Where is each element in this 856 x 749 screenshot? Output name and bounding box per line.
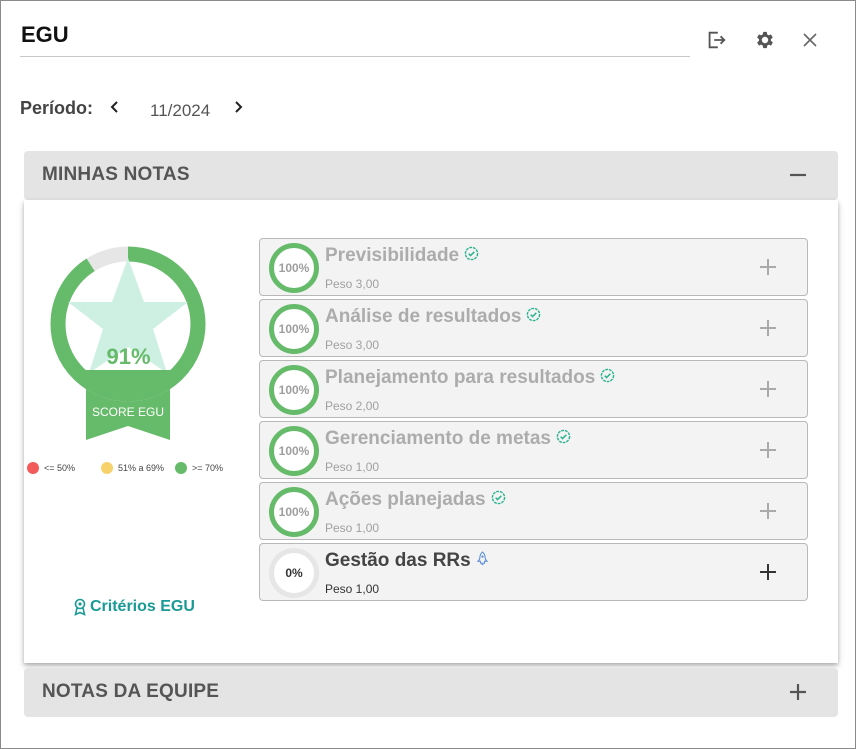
check-badge-icon <box>556 429 571 443</box>
next-period-button[interactable] <box>228 97 248 117</box>
chevron-right-icon <box>235 101 243 113</box>
item-name: Gerenciamento de metas <box>325 428 571 450</box>
expand-item-button[interactable] <box>757 439 779 461</box>
plus-icon <box>760 503 776 519</box>
list-item[interactable]: 100% Análise de resultados Peso 3,00 <box>259 299 808 357</box>
list-item[interactable]: 0% Gestão das RRs Peso 1,00 <box>259 543 808 601</box>
period-label: Período: <box>20 98 94 118</box>
item-name: Ações planejadas <box>325 489 506 511</box>
collapse-button[interactable] <box>786 163 810 187</box>
close-button[interactable] <box>795 25 825 55</box>
item-progress-ring: 100% <box>269 365 319 415</box>
plus-icon <box>790 684 806 700</box>
gear-icon <box>757 31 773 49</box>
item-weight: Peso 1,00 <box>325 521 380 535</box>
legend-dot-yellow <box>101 462 113 474</box>
check-badge-icon <box>527 307 541 321</box>
item-name-text: Previsibilidade <box>325 245 460 266</box>
criteria-link-label: Critérios EGU <box>90 598 195 615</box>
score-value: 91% <box>106 344 151 369</box>
egu-window: EGU Período: 11/2024 MINHAS NOTAS 91% SC… <box>0 0 856 749</box>
item-weight: Peso 2,00 <box>325 399 380 413</box>
chevron-left-icon <box>110 101 118 113</box>
list-item[interactable]: 100% Previsibilidade Peso 3,00 <box>259 238 808 296</box>
legend-mid-label: 51% a 69% <box>118 463 165 473</box>
item-weight: Peso 3,00 <box>325 338 380 352</box>
expand-item-button[interactable] <box>757 378 779 400</box>
expand-item-button[interactable] <box>757 500 779 522</box>
item-progress-ring: 100% <box>269 487 319 537</box>
criteria-link[interactable]: Critérios EGU <box>73 598 195 616</box>
legend-high-label: >= 70% <box>192 463 224 473</box>
list-item[interactable]: 100% Planejamento para resultados Peso 2… <box>259 360 808 418</box>
legend-mid: 51% a 69% <box>101 462 164 474</box>
check-badge-icon <box>464 246 479 260</box>
export-icon <box>708 31 726 49</box>
item-name-text: Gerenciamento de metas <box>325 428 551 449</box>
item-progress-ring: 100% <box>269 243 319 293</box>
legend-low-label: <= 50% <box>44 463 76 473</box>
item-name: Previsibilidade <box>325 245 479 267</box>
item-name-text: Análise de resultados <box>325 306 522 327</box>
export-button[interactable] <box>701 25 731 55</box>
ribbon-label: SCORE EGU <box>91 405 164 419</box>
period-value: 11/2024 <box>150 101 211 120</box>
item-progress-ring: 100% <box>269 304 319 354</box>
award-icon <box>74 598 86 616</box>
plus-icon <box>760 259 776 275</box>
list-item[interactable]: 100% Ações planejadas Peso 1,00 <box>259 482 808 540</box>
item-weight: Peso 1,00 <box>325 460 380 474</box>
plus-icon <box>760 320 776 336</box>
plus-icon <box>760 564 776 580</box>
my-notes-title: MINHAS NOTAS <box>42 164 190 185</box>
legend-low: <= 50% <box>27 462 75 474</box>
expand-button[interactable] <box>786 680 810 704</box>
my-notes-header[interactable]: MINHAS NOTAS <box>24 151 838 200</box>
minus-icon <box>790 173 806 177</box>
previous-period-button[interactable] <box>105 97 125 117</box>
item-name: Análise de resultados <box>325 306 541 328</box>
item-name-text: Gestão das RRs <box>325 550 471 571</box>
expand-item-button[interactable] <box>757 256 779 278</box>
item-weight: Peso 1,00 <box>325 582 380 596</box>
list-item[interactable]: 100% Gerenciamento de metas Peso 1,00 <box>259 421 808 479</box>
check-badge-icon <box>601 368 615 382</box>
expand-item-button[interactable] <box>757 561 779 583</box>
score-badge: 91% SCORE EGU <box>46 240 216 445</box>
item-progress-ring: 100% <box>269 426 319 476</box>
item-name: Gestão das RRs <box>325 550 489 572</box>
title-field[interactable]: EGU <box>20 15 690 57</box>
team-notes-header[interactable]: NOTAS DA EQUIPE <box>24 668 838 717</box>
item-progress-ring: 0% <box>269 548 319 598</box>
plus-icon <box>760 442 776 458</box>
close-icon <box>803 33 817 47</box>
item-name-text: Planejamento para resultados <box>325 367 596 388</box>
window-title: EGU <box>21 22 69 47</box>
rocket-icon <box>476 550 488 565</box>
item-weight: Peso 3,00 <box>325 277 380 291</box>
legend-dot-green <box>175 462 187 474</box>
settings-button[interactable] <box>750 25 780 55</box>
expand-item-button[interactable] <box>757 317 779 339</box>
team-notes-title: NOTAS DA EQUIPE <box>42 681 220 702</box>
plus-icon <box>760 381 776 397</box>
item-name: Planejamento para resultados <box>325 367 615 389</box>
legend-dot-red <box>27 462 39 474</box>
check-badge-icon <box>491 490 505 504</box>
legend-high: >= 70% <box>175 462 223 474</box>
item-name-text: Ações planejadas <box>325 489 486 510</box>
my-notes-panel: 91% SCORE EGU <= 50% 51% a 69% >= 70% Cr… <box>24 200 838 663</box>
